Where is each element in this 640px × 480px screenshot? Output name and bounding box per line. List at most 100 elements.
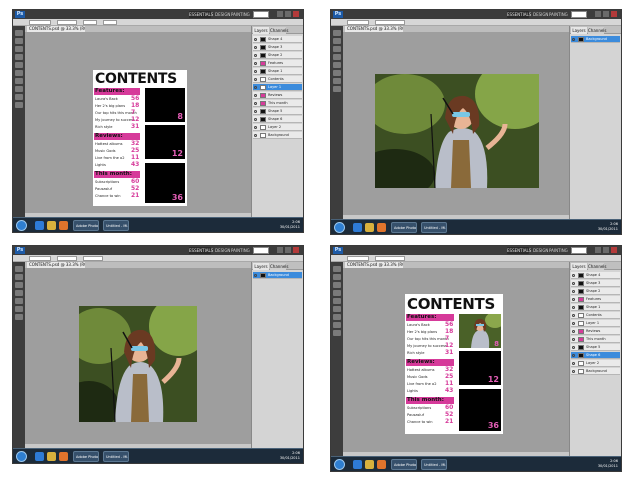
- layer-row[interactable]: Shape 1: [571, 304, 620, 311]
- workspace-design[interactable]: DESIGN: [215, 11, 230, 18]
- eye-icon[interactable]: [254, 94, 257, 97]
- marquee-tool-icon[interactable]: [15, 274, 23, 280]
- minimize-icon[interactable]: [595, 11, 601, 17]
- eye-icon[interactable]: [254, 102, 257, 105]
- taskbar-paint-button[interactable]: Untitled - Mi...: [103, 220, 129, 231]
- tab-layers[interactable]: Layers: [253, 27, 269, 34]
- start-button[interactable]: [16, 220, 27, 231]
- workspace-design[interactable]: DESIGN: [533, 11, 548, 18]
- media-player-icon[interactable]: [377, 460, 386, 469]
- taskbar-photoshop-button[interactable]: Adobe Photoshop: [391, 459, 417, 470]
- lasso-tool-icon[interactable]: [333, 282, 341, 288]
- explorer-icon[interactable]: [365, 460, 374, 469]
- eye-icon[interactable]: [254, 118, 257, 121]
- clock[interactable]: 2:06 30/01/2011: [596, 459, 618, 470]
- minimize-icon[interactable]: [277, 247, 283, 253]
- layer-row[interactable]: Background: [253, 132, 302, 139]
- taskbar-photoshop-button[interactable]: Adobe Photoshop: [73, 220, 99, 231]
- eye-icon[interactable]: [572, 290, 575, 293]
- clock[interactable]: 2:06 30/01/2011: [278, 451, 300, 462]
- eye-icon[interactable]: [572, 282, 575, 285]
- photoshop-logo[interactable]: Ps: [333, 11, 343, 18]
- ie-icon[interactable]: [353, 223, 362, 232]
- taskbar-paint-button[interactable]: Untitled - Mi...: [421, 459, 447, 470]
- eye-icon[interactable]: [254, 110, 257, 113]
- eye-icon[interactable]: [254, 54, 257, 57]
- minimize-icon[interactable]: [277, 11, 283, 17]
- eye-icon[interactable]: [572, 370, 575, 373]
- clock[interactable]: 2:06 30/01/2011: [596, 222, 618, 233]
- layer-row[interactable]: Contents: [571, 312, 620, 319]
- tool-preset-field[interactable]: [347, 20, 369, 25]
- layer-row[interactable]: Layer 2: [571, 360, 620, 367]
- eye-icon[interactable]: [572, 314, 575, 317]
- explorer-icon[interactable]: [365, 223, 374, 232]
- layer-row-selected[interactable]: Shape 6: [571, 352, 620, 359]
- eye-icon[interactable]: [572, 298, 575, 301]
- layer-row-selected[interactable]: Background: [253, 272, 302, 279]
- eye-icon[interactable]: [572, 346, 575, 349]
- layer-row[interactable]: Background: [571, 368, 620, 375]
- search-field[interactable]: [253, 11, 269, 18]
- close-icon[interactable]: [293, 247, 299, 253]
- layer-row[interactable]: Shape 3: [253, 44, 302, 51]
- tool-preset-field[interactable]: [347, 256, 369, 261]
- type-tool-icon[interactable]: [15, 78, 23, 84]
- workspace-essentials-button[interactable]: ESSENTIALS: [507, 247, 531, 254]
- width-field[interactable]: [57, 256, 77, 261]
- tab-layers[interactable]: Layers: [571, 27, 587, 34]
- layer-row[interactable]: Layer 2: [253, 124, 302, 131]
- eye-icon[interactable]: [572, 362, 575, 365]
- explorer-icon[interactable]: [47, 221, 56, 230]
- lasso-tool-icon[interactable]: [15, 46, 23, 52]
- workspace-design[interactable]: DESIGN: [533, 247, 548, 254]
- antialias-field[interactable]: [103, 20, 117, 25]
- taskbar-photoshop-button[interactable]: Adobe Photoshop: [391, 222, 417, 233]
- ie-icon[interactable]: [353, 460, 362, 469]
- layer-row-selected[interactable]: Layer 1: [253, 84, 302, 91]
- layer-row[interactable]: This month: [571, 336, 620, 343]
- layer-row[interactable]: Shape 5: [571, 344, 620, 351]
- eye-icon[interactable]: [254, 78, 257, 81]
- workspace-painting[interactable]: PAINTING: [231, 247, 250, 254]
- crop-tool-icon[interactable]: [333, 290, 341, 296]
- search-field[interactable]: [571, 247, 587, 254]
- layer-row[interactable]: Shape 4: [571, 272, 620, 279]
- shape-tool-icon[interactable]: [333, 86, 341, 92]
- close-icon[interactable]: [611, 11, 617, 17]
- shape-tool-icon[interactable]: [333, 322, 341, 328]
- eye-icon[interactable]: [254, 126, 257, 129]
- layer-row[interactable]: Layer 1: [571, 320, 620, 327]
- move-tool-icon[interactable]: [15, 30, 23, 36]
- eye-icon[interactable]: [572, 330, 575, 333]
- layer-row[interactable]: Shape 2: [253, 52, 302, 59]
- brush-tool-icon[interactable]: [15, 62, 23, 68]
- maximize-icon[interactable]: [603, 11, 609, 17]
- workspace-essentials-button[interactable]: ESSENTIALS: [189, 247, 213, 254]
- move-tool-icon[interactable]: [15, 266, 23, 272]
- maximize-icon[interactable]: [603, 247, 609, 253]
- layer-row[interactable]: Features: [571, 296, 620, 303]
- layer-row[interactable]: This month: [253, 100, 302, 107]
- eraser-tool-icon[interactable]: [333, 306, 341, 312]
- lasso-tool-icon[interactable]: [333, 46, 341, 52]
- ie-icon[interactable]: [35, 452, 44, 461]
- media-player-icon[interactable]: [59, 221, 68, 230]
- search-field[interactable]: [571, 11, 587, 18]
- clock[interactable]: 2:06 30/01/2011: [278, 220, 300, 231]
- workspace-design[interactable]: DESIGN: [215, 247, 230, 254]
- canvas-area[interactable]: CONTENTS Features: Laura's Back 56 Her 2…: [25, 32, 251, 217]
- layer-row[interactable]: Reviews: [571, 328, 620, 335]
- start-button[interactable]: [334, 459, 345, 470]
- eye-icon[interactable]: [254, 62, 257, 65]
- height-field[interactable]: [83, 256, 103, 261]
- eye-icon[interactable]: [572, 38, 575, 41]
- media-player-icon[interactable]: [59, 452, 68, 461]
- zoom-tool-icon[interactable]: [15, 102, 23, 108]
- lasso-tool-icon[interactable]: [15, 282, 23, 288]
- eraser-tool-icon[interactable]: [15, 306, 23, 312]
- eye-icon[interactable]: [254, 46, 257, 49]
- eraser-tool-icon[interactable]: [333, 70, 341, 76]
- marquee-tool-icon[interactable]: [15, 38, 23, 44]
- layer-row[interactable]: Shape 2: [571, 288, 620, 295]
